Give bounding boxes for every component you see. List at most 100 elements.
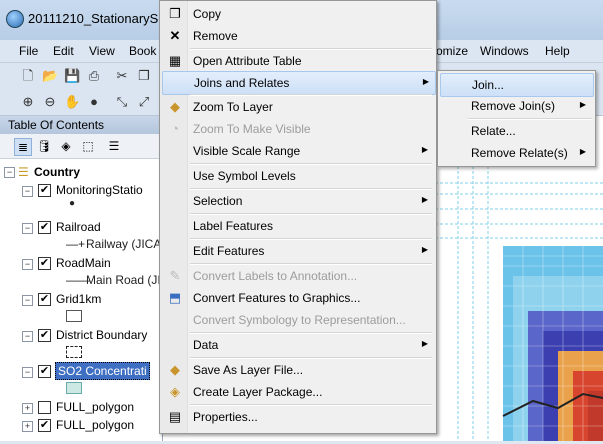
menu-item-label-features[interactable]: Label Features <box>162 215 434 237</box>
menu-help[interactable]: Help <box>545 44 570 58</box>
convert-labels-icon: ✎ <box>169 268 181 283</box>
list-by-visibility-icon[interactable]: ◈ <box>58 138 74 154</box>
menu-item-visible-scale-range[interactable]: Visible Scale Range ▶ <box>162 140 434 162</box>
expand-icon[interactable]: + <box>22 421 33 432</box>
fixed-zoom-in-icon[interactable]: ⤡ <box>114 94 130 110</box>
properties-icon: ▤ <box>168 409 182 424</box>
menu-item-data[interactable]: Data ▶ <box>162 334 434 356</box>
layer-visibility-checkbox[interactable]: ✔ <box>38 419 51 432</box>
menu-item-joins-and-relates[interactable]: Joins and Relates ▶ <box>162 71 436 95</box>
layer-visibility-checkbox[interactable]: ✔ <box>38 184 51 197</box>
menu-item-edit-features[interactable]: Edit Features ▶ <box>162 240 434 262</box>
layer-visibility-checkbox[interactable]: ✔ <box>38 257 51 270</box>
layer-name[interactable]: District Boundary <box>56 328 147 342</box>
full-extent-globe-icon[interactable]: ● <box>86 94 102 110</box>
fixed-zoom-out-icon[interactable]: ⤢ <box>136 94 152 110</box>
zoom-in-icon[interactable]: ⊕ <box>20 94 36 110</box>
zoom-layer-icon: ◆ <box>170 99 180 114</box>
layer-name[interactable]: FULL_polygon <box>56 418 134 432</box>
layer-name[interactable]: Railroad <box>56 220 101 234</box>
layer-visibility-checkbox[interactable]: ✔ <box>38 365 51 378</box>
legend-label: Railway (JICA, <box>86 237 165 251</box>
arcmap-app-icon <box>6 10 24 28</box>
menu-view[interactable]: View <box>89 44 115 58</box>
layer-context-menu: ❐ Copy ✕ Remove ▦ Open Attribute Table J… <box>159 0 437 434</box>
menu-item-save-as-layer-file[interactable]: ◆ Save As Layer File... <box>162 359 434 381</box>
menu-edit[interactable]: Edit <box>53 44 74 58</box>
cut-icon[interactable]: ✂ <box>114 68 130 84</box>
submenu-arrow-icon: ▶ <box>421 145 428 154</box>
submenu-arrow-icon: ▶ <box>579 100 586 109</box>
point-symbol-icon: ● <box>69 198 76 209</box>
submenu-item-join[interactable]: Join... <box>440 73 594 97</box>
pan-hand-icon[interactable]: ✋ <box>64 94 80 110</box>
menu-item-remove[interactable]: ✕ Remove <box>162 25 434 47</box>
joins-relates-submenu: Join... Remove Join(s) ▶ Relate... Remov… <box>437 70 596 167</box>
menu-bookmarks[interactable]: Book <box>129 44 156 58</box>
toc-title: Table Of Contents <box>8 118 105 132</box>
menu-windows[interactable]: Windows <box>480 44 529 58</box>
new-document-icon[interactable]: 🗋 <box>20 68 36 84</box>
layer-visibility-checkbox[interactable]: ✔ <box>38 293 51 306</box>
menu-item-zoom-to-layer[interactable]: ◆ Zoom To Layer <box>162 96 434 118</box>
copy-icon: ❐ <box>169 6 181 21</box>
zoom-visible-icon: ◔ <box>171 121 179 136</box>
menu-item-copy[interactable]: ❐ Copy <box>162 3 434 25</box>
menu-customize[interactable]: omize <box>436 44 468 58</box>
submenu-arrow-icon: ▶ <box>421 195 428 204</box>
layer-name-selected[interactable]: SO2 Concentrati <box>55 362 150 380</box>
zoom-out-icon[interactable]: ⊖ <box>42 94 58 110</box>
railway-symbol-icon: —+ <box>66 237 86 251</box>
save-layer-icon: ◆ <box>170 362 180 377</box>
layer-name[interactable]: FULL_polygon <box>56 400 134 414</box>
toc-options-icon[interactable]: ☰ <box>106 138 122 154</box>
open-folder-icon[interactable]: 📂 <box>42 68 58 84</box>
menu-item-selection[interactable]: Selection ▶ <box>162 190 434 212</box>
menu-file[interactable]: File <box>19 44 38 58</box>
layer-name[interactable]: MonitoringStatio <box>56 183 143 197</box>
layer-visibility-checkbox[interactable]: ✔ <box>38 329 51 342</box>
collapse-icon[interactable]: − <box>22 367 33 378</box>
polygon-symbol-icon <box>66 310 82 322</box>
menu-item-properties[interactable]: ▤ Properties... <box>162 406 434 428</box>
layer-name[interactable]: RoadMain <box>56 256 111 270</box>
menu-item-convert-features-to-graphics[interactable]: ⬒ Convert Features to Graphics... <box>162 287 434 309</box>
collapse-icon[interactable]: − <box>22 186 33 197</box>
remove-icon: ✕ <box>169 28 181 43</box>
list-by-drawing-order-icon[interactable]: ≣ <box>14 138 32 156</box>
boundary-symbol-icon <box>66 346 82 358</box>
list-by-source-icon[interactable]: 🛢 <box>36 138 52 154</box>
fill-symbol-icon <box>66 382 82 394</box>
menu-item-create-layer-package[interactable]: ◈ Create Layer Package... <box>162 381 434 403</box>
copy-toolbar-icon[interactable]: ❐ <box>136 68 152 84</box>
layer-visibility-checkbox[interactable]: ✔ <box>38 221 51 234</box>
menu-item-use-symbol-levels[interactable]: Use Symbol Levels <box>162 165 434 187</box>
submenu-arrow-icon: ▶ <box>579 147 586 156</box>
layer-package-icon: ◈ <box>170 384 180 399</box>
table-of-contents-panel: Table Of Contents ≣ 🛢 ◈ ⬚ ☰ − ☰ Country … <box>0 116 165 441</box>
print-icon[interactable]: ⎙ <box>86 68 102 84</box>
menu-item-convert-labels-to-annotation: ✎ Convert Labels to Annotation... <box>162 265 434 287</box>
table-icon: ▦ <box>168 53 182 68</box>
submenu-item-relate[interactable]: Relate... <box>440 120 592 142</box>
menu-item-convert-symbology-to-representation: Convert Symbology to Representation... <box>193 313 406 327</box>
layer-visibility-checkbox[interactable] <box>38 401 51 414</box>
group-label-country[interactable]: Country <box>34 165 80 179</box>
submenu-arrow-icon: ▶ <box>422 77 429 86</box>
menu-item-open-attribute-table[interactable]: ▦ Open Attribute Table <box>162 50 434 72</box>
collapse-icon[interactable]: − <box>22 259 33 270</box>
toc-header: Table Of Contents <box>0 116 162 134</box>
expand-icon[interactable]: + <box>22 403 33 414</box>
layer-name[interactable]: Grid1km <box>56 292 101 306</box>
save-icon[interactable]: 💾 <box>64 68 80 84</box>
submenu-item-remove-relates[interactable]: Remove Relate(s) ▶ <box>440 142 592 164</box>
collapse-icon[interactable]: − <box>22 331 33 342</box>
collapse-icon[interactable]: − <box>22 223 33 234</box>
collapse-icon[interactable]: − <box>22 295 33 306</box>
menu-item-zoom-to-make-visible: ◔ Zoom To Make Visible <box>162 118 434 140</box>
convert-features-icon: ⬒ <box>168 290 182 305</box>
collapse-icon[interactable]: − <box>4 167 15 178</box>
toc-tab-strip: ≣ 🛢 ◈ ⬚ ☰ <box>0 134 162 159</box>
submenu-item-remove-joins[interactable]: Remove Join(s) ▶ <box>440 95 592 117</box>
list-by-selection-icon[interactable]: ⬚ <box>80 138 96 154</box>
